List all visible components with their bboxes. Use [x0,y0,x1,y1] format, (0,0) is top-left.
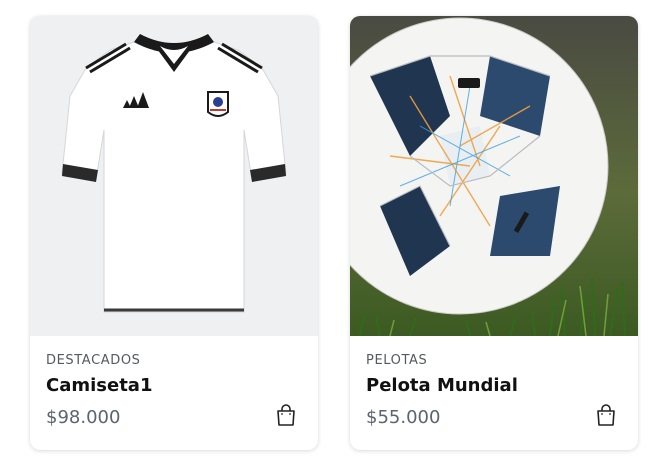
product-image[interactable] [350,16,638,336]
product-title[interactable]: Pelota Mundial [366,375,518,396]
product-image[interactable] [30,16,318,336]
shopping-bag-icon[interactable] [274,403,298,427]
product-card[interactable]: DESTACADOS Camiseta1 $98.000 [30,16,318,450]
product-title[interactable]: Camiseta1 [46,375,152,396]
product-card[interactable]: PELOTAS Pelota Mundial $55.000 [350,16,638,450]
soccer-ball-icon [350,16,638,336]
product-grid: DESTACADOS Camiseta1 $98.000 PELOTAS Pel… [0,0,663,463]
jersey-icon [30,16,318,336]
product-category: DESTACADOS [46,353,141,368]
shopping-bag-icon[interactable] [594,403,618,427]
product-category: PELOTAS [366,353,428,368]
product-price: $55.000 [366,407,441,428]
product-price: $98.000 [46,407,121,428]
